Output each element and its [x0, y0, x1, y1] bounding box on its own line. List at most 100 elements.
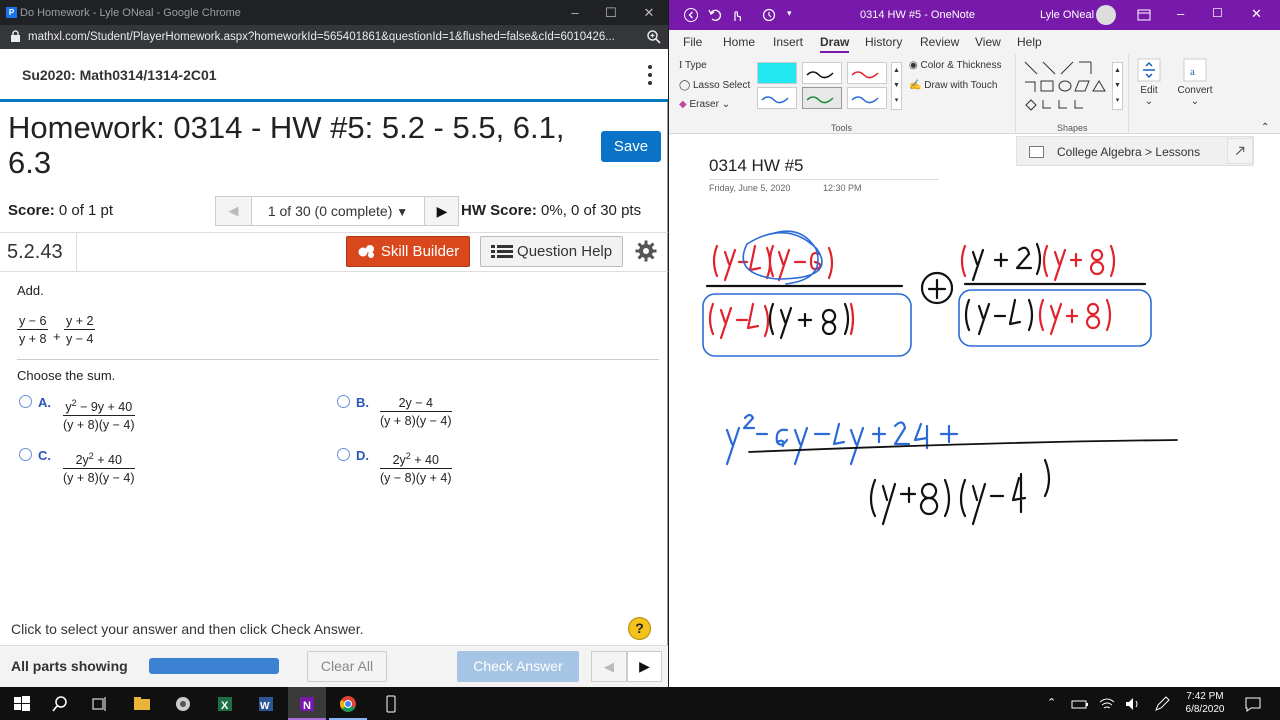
pen-blue[interactable] — [757, 87, 797, 109]
url-text[interactable]: mathxl.com/Student/PlayerHomework.aspx?h… — [28, 31, 628, 43]
ink-result-numerator — [725, 413, 959, 466]
hw-score: HW Score: 0%, 0 of 30 pts — [461, 202, 641, 219]
taskbar-onenote-active[interactable]: N — [288, 687, 326, 720]
palette-icon: ◉ — [909, 60, 918, 71]
more-options-icon[interactable] — [646, 65, 654, 87]
pen-green-selected[interactable] — [802, 87, 842, 109]
maximize-icon[interactable]: ☐ — [596, 4, 626, 22]
type-tool[interactable]: I Type — [679, 60, 707, 71]
tab-draw[interactable]: Draw — [820, 35, 850, 53]
tab-insert[interactable]: Insert — [773, 35, 803, 49]
excel-icon[interactable]: X — [215, 694, 235, 714]
color-thickness-button[interactable]: ◉ Color & Thickness — [909, 60, 1001, 71]
option-c-num-rest: + 40 — [93, 453, 122, 468]
tab-file[interactable]: File — [683, 35, 702, 49]
wifi-icon[interactable] — [1097, 694, 1117, 714]
taskbar-chrome[interactable] — [329, 687, 367, 720]
tab-history[interactable]: History — [865, 35, 902, 49]
maximize-icon[interactable]: ☐ — [1212, 6, 1228, 22]
minimize-icon[interactable]: – — [1177, 6, 1193, 22]
chevron-up-icon[interactable]: ⌃ — [1047, 696, 1056, 709]
draw-with-touch-button[interactable]: ✍ Draw with Touch — [909, 80, 997, 91]
minimize-icon[interactable]: – — [560, 4, 590, 22]
edit-icon — [1137, 58, 1161, 82]
bottom-previous-button[interactable]: ◀ — [591, 651, 627, 682]
question-prompt: Add. — [17, 283, 44, 298]
question-help-label: Question Help — [517, 243, 613, 260]
customize-toolbar-icon[interactable]: ▾ — [787, 8, 803, 24]
pen-workspace-icon[interactable] — [1152, 694, 1172, 714]
edit-button[interactable]: Edit ⌄ — [1135, 58, 1163, 114]
fraction-1-numerator: y − 6 — [17, 314, 49, 330]
svg-text:a: a — [1190, 66, 1195, 78]
shapes-gallery-scroll[interactable]: ▲ ▼ ▾ — [1112, 62, 1123, 110]
close-icon[interactable]: ✕ — [634, 4, 664, 22]
note-page[interactable]: College Algebra > Lessons ⌄ 0314 HW #5 F… — [669, 134, 1280, 687]
file-explorer-icon[interactable] — [132, 694, 152, 714]
pearson-favicon-icon: P — [6, 7, 17, 18]
volume-icon[interactable] — [1123, 694, 1143, 714]
convert-button[interactable]: a Convert ⌄ — [1171, 58, 1219, 114]
tab-help[interactable]: Help — [1017, 35, 1042, 49]
gear-icon[interactable] — [635, 240, 657, 262]
option-b-denominator: (y + 8)(y − 4) — [380, 414, 452, 428]
option-c-num-base: 2y — [75, 453, 89, 468]
eraser-tool[interactable]: ◆ Eraser ⌄ — [679, 99, 730, 110]
avatar[interactable] — [1096, 5, 1116, 25]
touch-mode-icon[interactable] — [729, 7, 745, 23]
help-icon[interactable]: ? — [628, 617, 651, 640]
undo-icon[interactable] — [707, 7, 723, 23]
hw-score-value: 0%, 0 of 30 pts — [541, 202, 642, 219]
sync-icon[interactable] — [761, 7, 777, 23]
skill-builder-button[interactable]: Skill Builder — [346, 236, 470, 267]
tab-home[interactable]: Home — [723, 35, 755, 49]
zoom-icon[interactable] — [646, 29, 662, 45]
previous-question-button[interactable]: ◀ — [216, 197, 252, 225]
next-question-button[interactable]: ▶ — [425, 197, 459, 225]
battery-icon[interactable] — [1070, 694, 1090, 714]
option-a-radio[interactable] — [19, 395, 32, 408]
option-c-radio[interactable] — [19, 448, 32, 461]
lasso-select-tool[interactable]: ◯ Lasso Select — [679, 80, 750, 91]
pen-black[interactable] — [802, 62, 842, 84]
word-icon[interactable]: W — [256, 694, 276, 714]
ribbon-display-icon[interactable] — [1136, 7, 1152, 23]
photos-app-icon[interactable] — [173, 694, 193, 714]
ink-circles — [742, 230, 823, 285]
collapse-ribbon-icon[interactable]: ⌃ — [1261, 122, 1269, 133]
option-b-radio[interactable] — [337, 395, 350, 408]
shapes-group-label: Shapes — [1057, 123, 1088, 133]
draw-touch-label: Draw with Touch — [924, 80, 998, 91]
pen-blue-2[interactable] — [847, 87, 887, 109]
close-icon[interactable]: ✕ — [1251, 6, 1267, 22]
pen-gallery-scroll[interactable]: ▲ ▼ ▾ — [891, 62, 902, 110]
question-select[interactable]: 1 of 30 (0 complete) ▼ — [252, 197, 425, 225]
option-d-radio[interactable] — [337, 448, 350, 461]
bottom-next-button[interactable]: ▶ — [627, 651, 662, 682]
check-answer-button[interactable]: Check Answer — [457, 651, 579, 682]
onenote-window-title: 0314 HW #5 - OneNote — [860, 9, 975, 21]
back-icon[interactable] — [683, 7, 699, 23]
task-view-icon[interactable] — [90, 694, 110, 714]
tab-review[interactable]: Review — [920, 35, 959, 49]
clear-all-button[interactable]: Clear All — [307, 651, 387, 682]
tab-view[interactable]: View — [975, 35, 1001, 49]
clock-time: 7:42 PM — [1186, 691, 1224, 702]
notifications-icon[interactable] — [1243, 694, 1263, 714]
windows-start-icon[interactable] — [12, 694, 32, 714]
user-name[interactable]: Lyle ONeal — [1040, 9, 1094, 21]
tools-group-label: Tools — [831, 123, 853, 133]
shapes-gallery[interactable] — [1023, 60, 1109, 112]
address-bar[interactable]: mathxl.com/Student/PlayerHomework.aspx?h… — [0, 25, 668, 49]
save-button[interactable]: Save — [601, 131, 661, 162]
divider — [1128, 54, 1129, 132]
option-d-fraction: 2y2 + 40 (y − 8)(y + 4) — [380, 451, 452, 485]
pen-highlighter-cyan[interactable] — [757, 62, 797, 84]
fraction-2: y + 2 y − 4 — [64, 314, 96, 346]
search-icon[interactable] — [50, 694, 70, 714]
question-help-button[interactable]: Question Help — [480, 236, 623, 267]
phone-app-icon[interactable] — [381, 694, 401, 714]
system-clock[interactable]: 7:42 PM 6/8/2020 — [1175, 690, 1235, 716]
browser-window: P Do Homework - Lyle ONeal - Google Chro… — [0, 0, 668, 687]
pen-red[interactable] — [847, 62, 887, 84]
